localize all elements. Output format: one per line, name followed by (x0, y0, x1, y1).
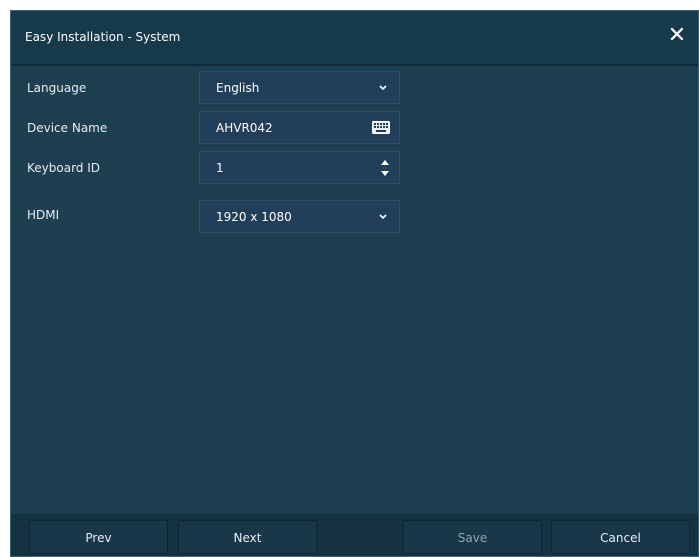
hdmi-value: 1920 x 1080 (216, 210, 292, 224)
hdmi-select[interactable]: 1920 x 1080 (199, 200, 400, 233)
hdmi-label: HDMI (27, 208, 60, 222)
chevron-down-icon (379, 85, 387, 91)
prev-button[interactable]: Prev (29, 520, 168, 554)
next-button[interactable]: Next (178, 520, 317, 554)
keyboard-id-stepper[interactable]: 1 (199, 151, 400, 184)
language-label: Language (27, 81, 87, 95)
device-name-value: AHVR042 (216, 121, 273, 135)
keyboard-icon[interactable] (372, 121, 390, 134)
keyboard-id-value: 1 (216, 161, 224, 175)
easy-installation-dialog: Easy Installation - System ✕ Language En… (10, 10, 699, 557)
device-name-input[interactable]: AHVR042 (199, 111, 400, 144)
save-button[interactable]: Save (403, 520, 542, 554)
chevron-down-icon (379, 214, 387, 220)
device-name-label: Device Name (27, 121, 108, 135)
button-bar: Prev Next Save Cancel (11, 514, 698, 556)
keyboard-id-label: Keyboard ID (27, 161, 101, 175)
cancel-button[interactable]: Cancel (551, 520, 690, 554)
up-down-arrows-icon[interactable] (381, 157, 389, 179)
language-value: English (216, 81, 260, 95)
dialog-titlebar: Easy Installation - System ✕ (11, 11, 698, 66)
dialog-title: Easy Installation - System (25, 30, 181, 44)
close-icon[interactable]: ✕ (664, 23, 690, 49)
language-select[interactable]: English (199, 71, 400, 104)
